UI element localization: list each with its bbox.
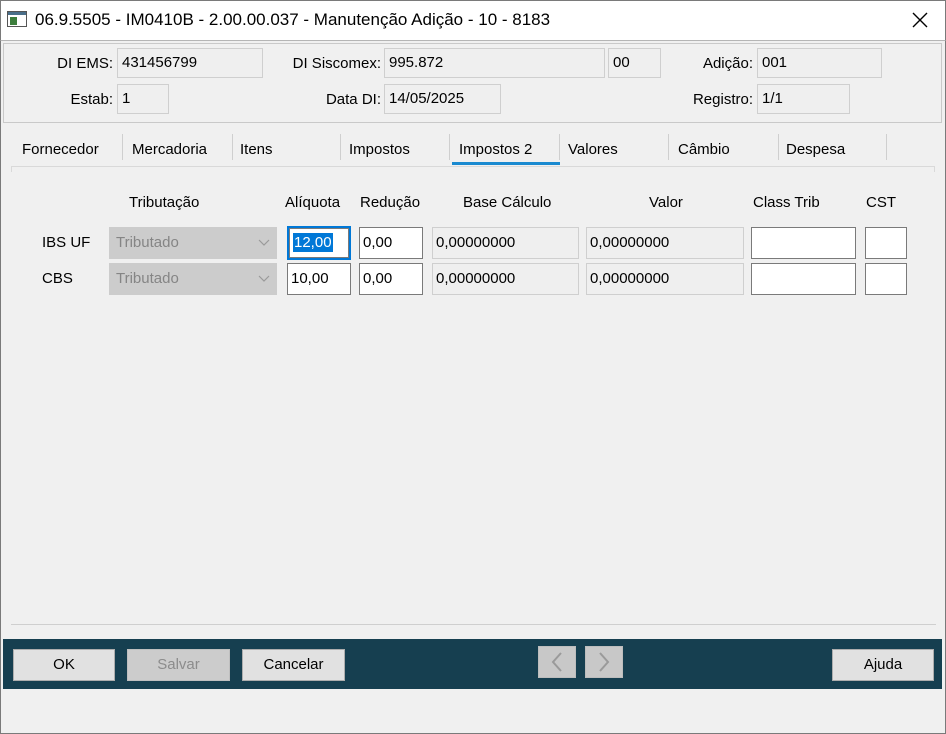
window-title: 06.9.5505 - IM0410B - 2.00.00.037 - Manu… [35,10,551,29]
tributacao-select-ibs-uf[interactable]: Tributado [109,227,277,259]
tab-separator [122,134,123,160]
ajuda-button[interactable]: Ajuda [832,649,934,681]
tab-separator [886,134,887,160]
cst-input-cbs[interactable] [865,263,907,295]
column-header-cst: CST [866,194,896,211]
tab-impostos-2[interactable]: Impostos 2 [459,141,532,158]
tab-fornecedor[interactable]: Fornecedor [22,141,99,158]
reducao-input-ibs-uf[interactable]: 0,00 [359,227,423,259]
estab-label: Estab: [70,91,113,108]
row-label-ibs-uf: IBS UF [42,234,91,251]
tributacao-value: Tributado [116,234,179,251]
tributacao-select-cbs[interactable]: Tributado [109,263,277,295]
tab-separator [559,134,560,160]
class-trib-input-cbs[interactable] [751,263,856,295]
column-header-reducao: Redução [360,194,421,211]
salvar-button[interactable]: Salvar [127,649,230,681]
row-label-cbs: CBS [42,270,73,287]
cst-input-ibs-uf[interactable] [865,227,907,259]
active-tab-indicator [452,162,560,165]
registro-field[interactable]: 1/1 [757,84,850,114]
tab-separator [449,134,450,160]
close-icon[interactable] [900,5,940,35]
adicao-field[interactable]: 001 [757,48,882,78]
estab-field[interactable]: 1 [117,84,169,114]
di-siscomex-field[interactable]: 995.872 [384,48,605,78]
tab-separator [778,134,779,160]
tab-despesa[interactable]: Despesa [786,141,845,158]
chevron-right-icon[interactable] [585,646,623,678]
adicao-label: Adição: [702,55,753,72]
cancelar-button[interactable]: Cancelar [242,649,345,681]
registro-label: Registro: [692,91,753,108]
di-ems-field[interactable]: 431456799 [117,48,263,78]
chevron-down-icon [258,264,270,305]
tab-panel-border [11,166,935,167]
reducao-input-cbs[interactable]: 0,00 [359,263,423,295]
valor-field-cbs[interactable]: 0,00000000 [586,263,744,295]
aliquota-input-cbs[interactable]: 10,00 [287,263,351,295]
tab-valores[interactable]: Valores [568,141,618,158]
tab-itens[interactable]: Itens [240,141,273,158]
base-calculo-field-cbs[interactable]: 0,00000000 [432,263,579,295]
di-siscomex-suffix-field[interactable]: 00 [608,48,661,78]
class-trib-input-ibs-uf[interactable] [751,227,856,259]
data-di-label: Data DI: [325,91,381,108]
ok-button[interactable]: OK [13,649,115,681]
tab-separator [340,134,341,160]
column-header-tributacao: Tributação [129,194,200,211]
tab-separator [668,134,669,160]
data-di-field[interactable]: 14/05/2025 [384,84,501,114]
base-calculo-field-ibs-uf[interactable]: 0,00000000 [432,227,579,259]
column-header-class-trib: Class Trib [753,194,820,211]
column-header-base-calculo: Base Cálculo [463,194,552,211]
tab-cambio[interactable]: Câmbio [678,141,730,158]
tab-mercadoria[interactable]: Mercadoria [132,141,207,158]
di-siscomex-label: DI Siscomex: [292,55,381,72]
window-app-icon [7,11,27,27]
tab-panel-border-right [934,166,935,172]
tab-impostos[interactable]: Impostos [349,141,410,158]
tributacao-value: Tributado [116,270,179,287]
column-header-valor: Valor [649,194,683,211]
column-header-aliquota: Alíquota [285,194,341,211]
valor-field-ibs-uf[interactable]: 0,00000000 [586,227,744,259]
chevron-left-icon[interactable] [538,646,576,678]
di-ems-label: DI EMS: [57,55,113,72]
focus-ring [287,226,351,260]
tab-panel-border-left [11,166,12,172]
bottom-separator [11,624,936,625]
tab-separator [232,134,233,160]
